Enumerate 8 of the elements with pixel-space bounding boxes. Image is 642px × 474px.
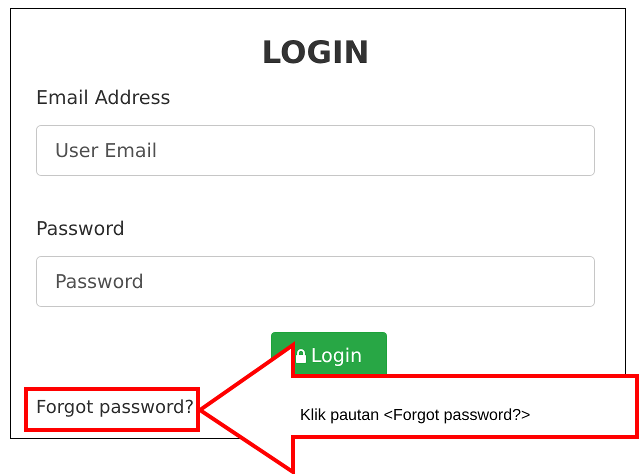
login-title: LOGIN	[260, 34, 370, 73]
input-field[interactable]: Password	[36, 256, 595, 307]
input-field[interactable]: User Email	[36, 125, 595, 176]
field-label: Password	[36, 217, 126, 242]
callout-text: Klik pautan <Forgot password?>	[300, 407, 530, 425]
forgot-password-link[interactable]: Forgot password?	[36, 397, 194, 418]
field-label: Email Address	[36, 86, 172, 111]
lock-icon	[294, 348, 307, 362]
